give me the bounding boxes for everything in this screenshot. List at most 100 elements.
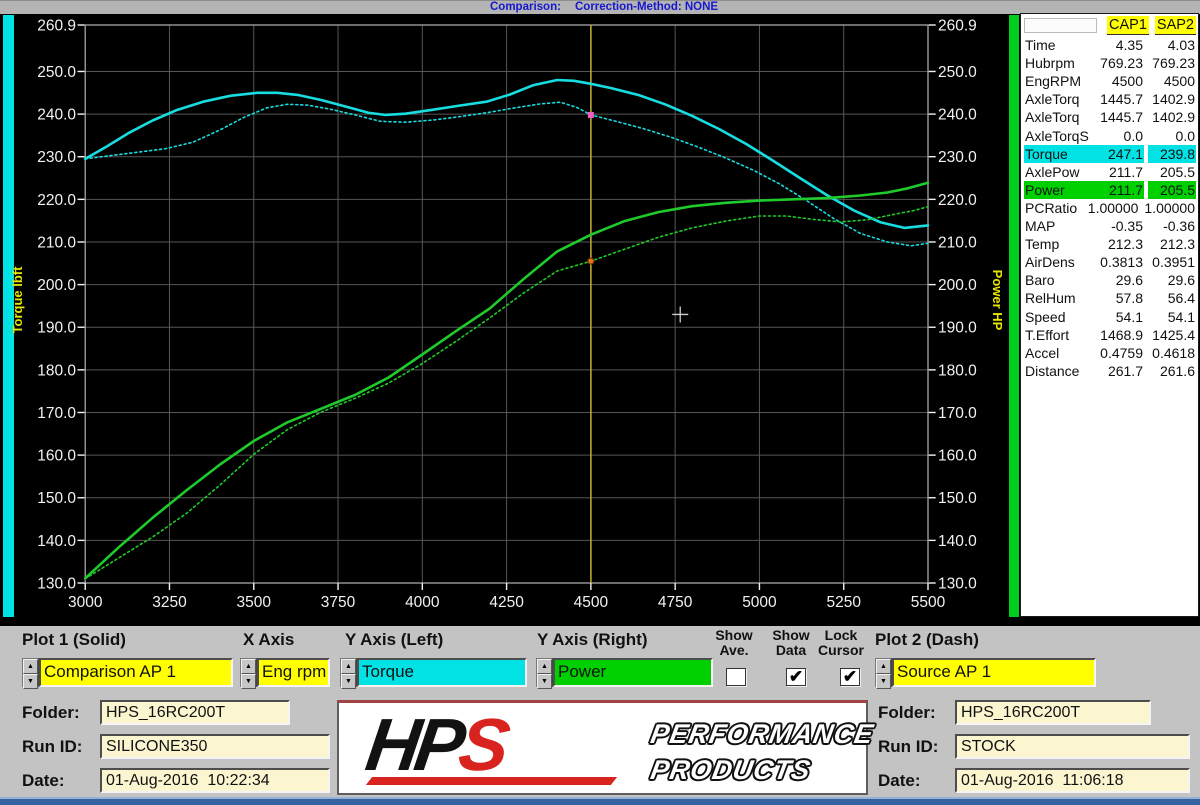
table-row: AxleTorq1445.71402.9 (1024, 108, 1196, 126)
x-tick-label: 4500 (574, 594, 609, 611)
title-bar: Comparison: Correction-Method: NONE (0, 0, 1200, 14)
yright-select[interactable]: Power (553, 658, 713, 687)
table-row: Hubrpm769.23769.23 (1024, 54, 1196, 72)
y-right-tick-label: 160.0 (938, 448, 977, 465)
y-left-tick-label: 210.0 (37, 234, 76, 251)
date-field-right[interactable]: 01-Aug-2016 11:06:18 (955, 768, 1190, 793)
x-tick-label: 4250 (489, 594, 524, 611)
table-row: AxleTorq1445.71402.9 (1024, 90, 1196, 108)
y-left-tick-label: 240.0 (37, 107, 76, 124)
y-left-tick-label: 230.0 (37, 149, 76, 166)
taskbar-edge (0, 797, 1200, 805)
y-right-tick-label: 170.0 (938, 405, 977, 422)
table-row: MAP-0.35-0.36 (1024, 217, 1196, 235)
table-row: Power211.7205.5 (1024, 181, 1196, 199)
y-right-tick-label: 240.0 (938, 107, 977, 124)
y-right-tick-label: 250.0 (938, 64, 977, 81)
folder-field-left[interactable]: HPS_16RC200T (100, 700, 290, 725)
table-corner (1024, 18, 1097, 33)
y-right-tick-label: 220.0 (938, 192, 977, 209)
y-right-tick-label: 200.0 (938, 277, 977, 294)
table-row: Time4.354.03 (1024, 36, 1196, 54)
up-arrow-icon: ▲ (537, 659, 552, 674)
y-left-tick-label: 200.0 (37, 277, 76, 294)
down-arrow-icon: ▼ (241, 674, 256, 689)
x-tick-label: 4000 (405, 594, 440, 611)
plot2-spinner[interactable]: ▲▼ (875, 658, 892, 687)
mouse-crosshair-icon (672, 306, 688, 322)
y-left-tick-label: 220.0 (37, 192, 76, 209)
x-tick-label: 5500 (911, 594, 946, 611)
hps-logo-swoosh (366, 777, 617, 785)
y-left-tick-label: 150.0 (37, 490, 76, 507)
plot2-label: Plot 2 (Dash) (875, 630, 979, 650)
lock-cursor-checkbox[interactable]: ✔ (840, 668, 860, 686)
y-left-tick-label: 260.9 (37, 18, 76, 35)
lock-cursor-label: LockCursor (812, 628, 870, 658)
table-row: RelHum57.856.4 (1024, 289, 1196, 307)
comparison-label: Comparison: (490, 1, 561, 13)
show-ave-label: ShowAve. (706, 628, 762, 658)
runid-label-right: Run ID: (878, 737, 938, 757)
y-right-tick-label: 260.9 (938, 18, 977, 35)
plot1-label: Plot 1 (Solid) (22, 630, 126, 650)
plot1-spinner[interactable]: ▲▼ (22, 658, 39, 687)
x-tick-label: 3250 (152, 594, 187, 611)
table-row: EngRPM45004500 (1024, 72, 1196, 90)
x-tick-label: 3750 (321, 594, 356, 611)
x-tick-label: 5250 (826, 594, 861, 611)
data-table: CAP1 SAP2Time4.354.03Hubrpm769.23769.23En… (1024, 16, 1196, 380)
xaxis-select[interactable]: Eng rpm (257, 658, 330, 687)
hps-logo-text: HPS (361, 703, 510, 787)
folder-label-left: Folder: (22, 703, 80, 723)
xaxis-label: X Axis (243, 630, 294, 650)
y-right-tick-label: 150.0 (938, 490, 977, 507)
yleft-select[interactable]: Torque (357, 658, 527, 687)
y-right-tick-label: 190.0 (938, 320, 977, 337)
table-row: Baro29.629.6 (1024, 271, 1196, 289)
y-left-tick-label: 180.0 (37, 362, 76, 379)
cursor-marker (588, 258, 594, 264)
yleft-spinner[interactable]: ▲▼ (340, 658, 357, 687)
folder-label-right: Folder: (878, 703, 936, 723)
up-arrow-icon: ▲ (23, 659, 38, 674)
plot2-select[interactable]: Source AP 1 (892, 658, 1096, 687)
table-row: PCRatio1.000001.00000 (1024, 199, 1196, 217)
live-data-panel: CAP1 SAP2Time4.354.03Hubrpm769.23769.23En… (1020, 13, 1199, 617)
correction-method-label: Correction-Method: NONE (575, 1, 718, 13)
xaxis-spinner[interactable]: ▲▼ (240, 658, 257, 687)
y-left-axis-title: Torque lbft (10, 266, 25, 334)
y-left-tick-label: 140.0 (37, 533, 76, 550)
y-left-tick-label: 190.0 (37, 320, 76, 337)
table-row: Temp212.3212.3 (1024, 235, 1196, 253)
table-row: Accel0.47590.4618 (1024, 344, 1196, 362)
column-header: CAP1 (1107, 16, 1149, 35)
performance-text: PERFORMANCE (648, 719, 876, 750)
y-right-tick-label: 130.0 (938, 576, 977, 593)
show-data-label: ShowData (764, 628, 818, 658)
yright-spinner[interactable]: ▲▼ (536, 658, 553, 687)
hps-logo: HPS PERFORMANCE PRODUCTS (337, 700, 868, 795)
show-ave-checkbox[interactable] (726, 668, 746, 686)
date-field-left[interactable]: 01-Aug-2016 10:22:34 (100, 768, 330, 793)
yleft-label: Y Axis (Left) (345, 630, 443, 650)
runid-field-right[interactable]: STOCK (955, 734, 1190, 759)
table-row: AxlePow211.7205.5 (1024, 163, 1196, 181)
cursor-marker (588, 112, 594, 118)
plot1-select[interactable]: Comparison AP 1 (39, 658, 233, 687)
date-label-right: Date: (878, 771, 921, 791)
table-row: Torque247.1239.8 (1024, 145, 1196, 163)
date-label-left: Date: (22, 771, 65, 791)
table-row: T.Effort1468.91425.4 (1024, 326, 1196, 344)
x-tick-label: 3500 (237, 594, 272, 611)
products-text: PRODUCTS (648, 755, 813, 786)
down-arrow-icon: ▼ (876, 674, 891, 689)
x-tick-label: 3000 (68, 594, 103, 611)
column-header: SAP2 (1155, 16, 1196, 35)
up-arrow-icon: ▲ (876, 659, 891, 674)
y-left-tick-label: 160.0 (37, 448, 76, 465)
folder-field-right[interactable]: HPS_16RC200T (955, 700, 1151, 725)
show-data-checkbox[interactable]: ✔ (786, 668, 806, 686)
down-arrow-icon: ▼ (341, 674, 356, 689)
runid-field-left[interactable]: SILICONE350 (100, 734, 330, 759)
